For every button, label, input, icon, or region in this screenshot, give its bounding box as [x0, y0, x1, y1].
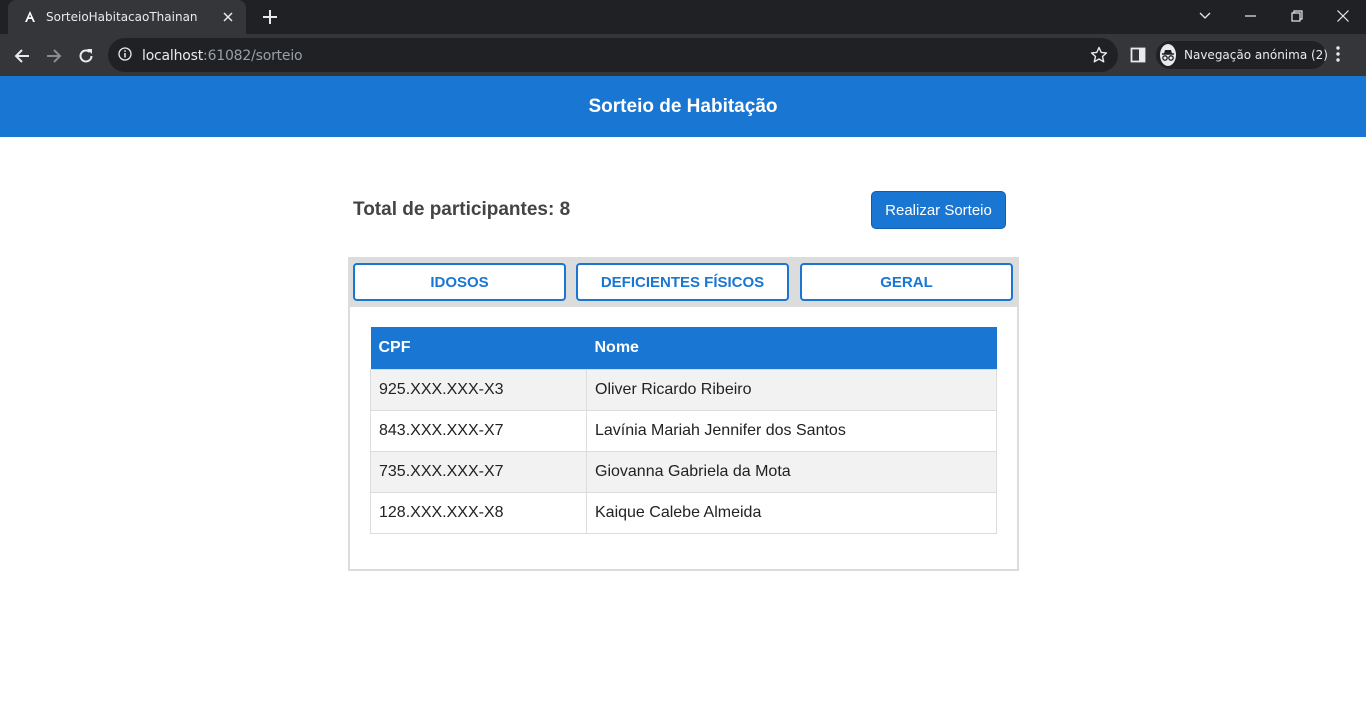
angular-favicon-icon: [22, 9, 38, 25]
app-header: Sorteio de Habitação: [0, 76, 1366, 137]
forward-arrow-icon[interactable]: [40, 42, 68, 70]
browser-tab[interactable]: SorteioHabitacaoThainan: [8, 0, 246, 34]
page-title: Sorteio de Habitação: [588, 95, 778, 117]
nome-cell: Lavínia Mariah Jennifer dos Santos: [586, 409, 997, 452]
cpf-cell: 735.XXX.XXX-X7: [370, 450, 587, 493]
browser-titlebar: SorteioHabitacaoThainan: [0, 0, 1366, 34]
close-window-icon[interactable]: [1320, 0, 1366, 32]
nome-cell: Oliver Ricardo Ribeiro: [586, 368, 997, 411]
nome-cell: Kaique Calebe Almeida: [586, 491, 997, 534]
total-participants: Total de participantes: 8: [353, 199, 571, 220]
url-text: localhost:61082/sorteio: [142, 48, 303, 64]
address-bar[interactable]: localhost:61082/sorteio: [108, 38, 1118, 72]
table-header-row: CPF Nome: [370, 327, 997, 369]
kebab-menu-icon[interactable]: [1336, 46, 1340, 67]
incognito-chip[interactable]: Navegação anónima (2): [1156, 41, 1328, 69]
cpf-cell: 925.XXX.XXX-X3: [370, 368, 587, 411]
restore-icon[interactable]: [1274, 0, 1320, 32]
column-header-cpf: CPF: [370, 327, 587, 369]
side-panel-icon[interactable]: [1130, 47, 1146, 68]
tab-title: SorteioHabitacaoThainan: [46, 10, 198, 24]
table-row: 735.XXX.XXX-X7 Giovanna Gabriela da Mota: [370, 450, 997, 493]
new-tab-plus-icon[interactable]: [258, 6, 282, 28]
star-icon[interactable]: [1090, 46, 1108, 69]
tab-geral[interactable]: GERAL: [800, 263, 1013, 301]
minimize-icon[interactable]: [1228, 0, 1274, 32]
cpf-cell: 128.XXX.XXX-X8: [370, 491, 587, 534]
reload-icon[interactable]: [72, 42, 100, 70]
incognito-icon: [1160, 44, 1176, 66]
tab-bar: IDOSOS DEFICIENTES FÍSICOS GERAL: [350, 259, 1017, 307]
url-path: :61082/sorteio: [203, 48, 303, 64]
incognito-label: Navegação anónima (2): [1184, 48, 1328, 62]
table-row: 925.XXX.XXX-X3 Oliver Ricardo Ribeiro: [370, 368, 997, 411]
close-icon[interactable]: [218, 7, 238, 27]
chevron-down-icon[interactable]: [1182, 0, 1228, 32]
table-row: 843.XXX.XXX-X7 Lavínia Mariah Jennifer d…: [370, 409, 997, 452]
nome-cell: Giovanna Gabriela da Mota: [586, 450, 997, 493]
table-row: 128.XXX.XXX-X8 Kaique Calebe Almeida: [370, 491, 997, 534]
url-host: localhost: [142, 48, 204, 64]
tab-deficientes-fisicos[interactable]: DEFICIENTES FÍSICOS: [576, 263, 789, 301]
cpf-cell: 843.XXX.XXX-X7: [370, 409, 587, 452]
back-arrow-icon[interactable]: [8, 42, 36, 70]
tab-idosos[interactable]: IDOSOS: [353, 263, 566, 301]
tabs-panel: IDOSOS DEFICIENTES FÍSICOS GERAL CPF Nom…: [348, 257, 1019, 571]
browser-toolbar: localhost:61082/sorteio Navegação anónim…: [0, 34, 1366, 76]
realizar-sorteio-button[interactable]: Realizar Sorteio: [871, 191, 1006, 229]
participants-table: CPF Nome 925.XXX.XXX-X3 Oliver Ricardo R…: [370, 327, 997, 534]
column-header-nome: Nome: [586, 327, 997, 369]
info-icon[interactable]: [118, 47, 132, 66]
